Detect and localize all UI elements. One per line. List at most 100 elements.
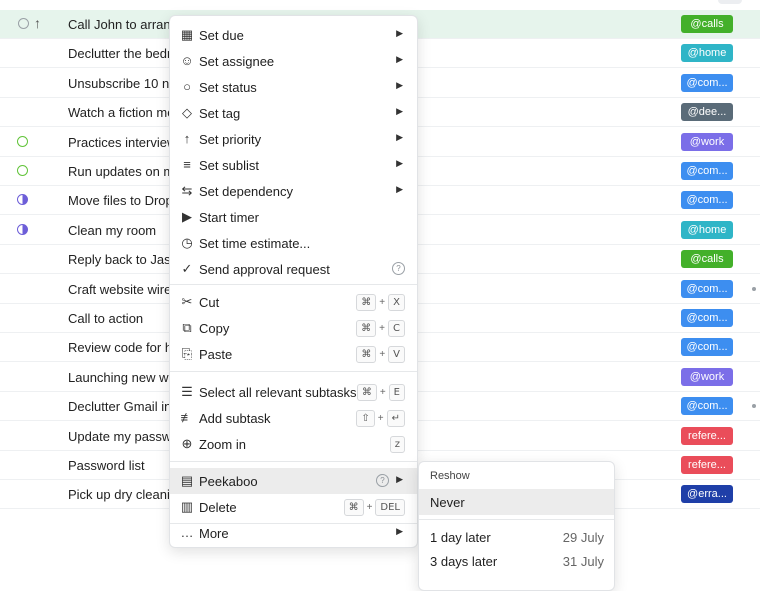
menu-copy[interactable]: ⧉ Copy ⌘ + C bbox=[170, 315, 417, 341]
reshow-1-day[interactable]: 1 day later 29 July bbox=[419, 524, 614, 550]
menu-set-time-estimate[interactable]: ◷ Set time estimate... bbox=[170, 230, 417, 256]
cmd-key: ⌘ bbox=[356, 346, 377, 363]
chevron-right-icon: ▶ bbox=[396, 474, 403, 484]
menu-label: Set status bbox=[199, 80, 257, 95]
tag-badge[interactable]: @erra... bbox=[681, 485, 733, 504]
help-icon[interactable]: ? bbox=[376, 474, 389, 487]
tag-badge[interactable]: @home bbox=[681, 44, 733, 63]
task-title[interactable]: Call to action bbox=[68, 311, 143, 326]
context-menu: ▦ Set due ▶ ☺ Set assignee ▶ ○ Set statu… bbox=[169, 15, 418, 548]
menu-set-dependency[interactable]: ⇆ Set dependency ▶ bbox=[170, 178, 417, 204]
paste-icon: ⎘ bbox=[181, 346, 193, 361]
plus: + bbox=[377, 413, 384, 424]
chevron-right-icon: ▶ bbox=[396, 132, 403, 142]
option-date: 29 July bbox=[562, 530, 604, 545]
status-circle-icon[interactable] bbox=[17, 165, 28, 176]
tag-badge[interactable]: @com... bbox=[681, 279, 733, 298]
priority-arrow-icon[interactable]: ↑ bbox=[34, 15, 41, 31]
submenu-header: Reshow bbox=[430, 470, 470, 482]
status-circle-icon[interactable] bbox=[17, 223, 28, 235]
swap-icon: ⇆ bbox=[181, 183, 193, 198]
cmd-key: ⌘ bbox=[356, 294, 377, 311]
person-icon: ☺ bbox=[180, 53, 194, 68]
menu-label: Set priority bbox=[199, 132, 262, 147]
tag-badge[interactable]: @com... bbox=[681, 191, 733, 210]
menu-send-approval[interactable]: ✓ Send approval request ? bbox=[170, 256, 417, 282]
menu-zoom-in[interactable]: ⊕ Zoom in z bbox=[170, 431, 417, 457]
shortcut: ⇧ + ↵ bbox=[356, 410, 405, 427]
tag-badge[interactable]: refere... bbox=[681, 456, 733, 474]
task-title[interactable]: Review code for h bbox=[68, 340, 172, 355]
plus: + bbox=[379, 297, 386, 308]
task-title[interactable]: Reply back to Jason bbox=[68, 252, 185, 267]
task-title[interactable]: Call John to arrange bbox=[68, 17, 185, 32]
tag-icon: ◇ bbox=[182, 105, 192, 120]
task-title[interactable]: Pick up dry cleaning bbox=[68, 487, 184, 502]
status-circle-icon[interactable] bbox=[17, 194, 28, 206]
key: V bbox=[388, 346, 405, 363]
chevron-right-icon: ▶ bbox=[396, 106, 403, 116]
copy-icon: ⧉ bbox=[182, 320, 192, 335]
menu-more[interactable]: … More ▶ bbox=[170, 520, 417, 546]
menu-peekaboo[interactable]: ▤ Peekaboo ? ▶ bbox=[170, 468, 417, 494]
tag-badge[interactable]: refere... bbox=[681, 426, 733, 445]
menu-cut[interactable]: ✂ Cut ⌘ + X bbox=[170, 289, 417, 315]
plus: + bbox=[379, 349, 386, 360]
status-circle-icon[interactable] bbox=[17, 135, 28, 147]
shortcut: ⌘ + X bbox=[356, 294, 405, 311]
chevron-right-icon: ▶ bbox=[396, 80, 403, 90]
task-title[interactable]: Clean my room bbox=[68, 223, 156, 238]
tag-badge[interactable]: @com... bbox=[681, 162, 733, 180]
menu-set-priority[interactable]: ↑ Set priority ▶ bbox=[170, 126, 417, 152]
menu-set-sublist[interactable]: ≡ Set sublist ▶ bbox=[170, 152, 417, 178]
plus: + bbox=[379, 387, 386, 398]
enter-key: ↵ bbox=[386, 410, 405, 427]
option-label: Never bbox=[430, 495, 465, 510]
tag-badge[interactable]: @calls bbox=[681, 15, 733, 33]
chevron-right-icon: ▶ bbox=[396, 54, 403, 64]
menu-set-assignee[interactable]: ☺ Set assignee ▶ bbox=[170, 48, 417, 74]
task-title[interactable]: Run updates on my bbox=[68, 164, 181, 179]
task-title[interactable]: Password list bbox=[68, 458, 145, 473]
tag-badge[interactable]: @com... bbox=[681, 338, 733, 357]
tag-badge[interactable]: @work bbox=[681, 367, 733, 386]
tag-badge[interactable]: @com... bbox=[681, 73, 733, 92]
archive-box-icon: ▤ bbox=[180, 473, 194, 488]
key: E bbox=[388, 384, 405, 401]
shortcut: ⌘ + C bbox=[356, 320, 405, 337]
tag-badge[interactable]: @com... bbox=[681, 397, 733, 416]
task-title[interactable]: Practices interview bbox=[68, 135, 176, 150]
menu-label: Set tag bbox=[199, 106, 241, 121]
menu-label: Add subtask bbox=[199, 411, 271, 426]
tag-badge[interactable]: @dee... bbox=[681, 103, 733, 122]
menu-label: Delete bbox=[199, 500, 237, 515]
menu-paste[interactable]: ⎘ Paste ⌘ + V bbox=[170, 341, 417, 367]
menu-set-status[interactable]: ○ Set status ▶ bbox=[170, 74, 417, 100]
tag-badge[interactable]: @com... bbox=[681, 309, 733, 327]
menu-start-timer[interactable]: ▶ Start timer bbox=[170, 204, 417, 230]
peekaboo-submenu: Reshow Never 1 day later 29 July 3 days … bbox=[418, 461, 615, 591]
key: X bbox=[388, 294, 405, 311]
reshow-3-days[interactable]: 3 days later 31 July bbox=[419, 548, 614, 574]
menu-label: Start timer bbox=[199, 210, 259, 225]
menu-label: Set time estimate... bbox=[199, 236, 311, 251]
shortcut: ⌘ + V bbox=[356, 346, 405, 363]
reshow-never[interactable]: Never bbox=[419, 489, 614, 515]
status-circle-icon[interactable] bbox=[18, 18, 29, 29]
top-scroll-nub bbox=[718, 0, 742, 4]
menu-set-due[interactable]: ▦ Set due ▶ bbox=[170, 22, 417, 48]
menu-label: Send approval request bbox=[199, 262, 330, 277]
menu-select-subtasks[interactable]: ☰ Select all relevant subtasks ⌘ + E bbox=[170, 379, 417, 405]
stopwatch-icon: ◷ bbox=[181, 235, 193, 250]
tag-badge[interactable]: @home bbox=[681, 220, 733, 239]
ellipsis-icon: … bbox=[180, 525, 194, 540]
tag-badge[interactable]: @work bbox=[681, 132, 733, 151]
shortcut: ⌘ + E bbox=[356, 384, 405, 401]
trash-icon: ▥ bbox=[180, 499, 194, 514]
menu-set-tag[interactable]: ◇ Set tag ▶ bbox=[170, 100, 417, 126]
del-key: DEL bbox=[375, 499, 405, 516]
tag-badge[interactable]: @calls bbox=[681, 250, 733, 269]
menu-delete[interactable]: ▥ Delete ⌘ + DEL bbox=[170, 494, 417, 520]
menu-add-subtask[interactable]: ≢ Add subtask ⇧ + ↵ bbox=[170, 405, 417, 431]
help-icon[interactable]: ? bbox=[392, 262, 405, 275]
